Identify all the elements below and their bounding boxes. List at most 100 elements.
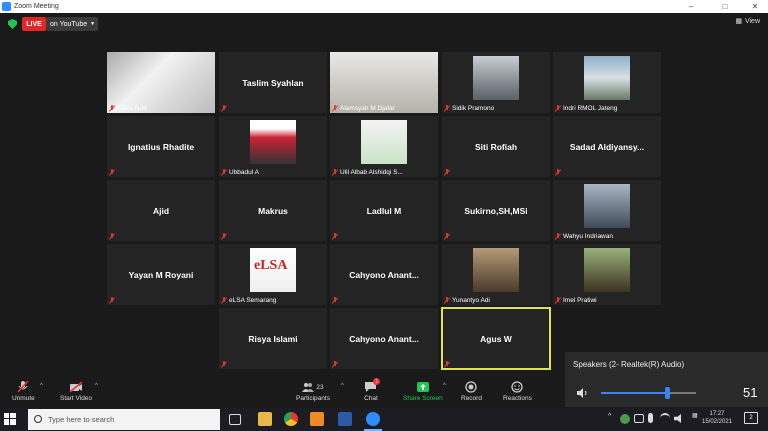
title-bar: Zoom Meeting – □ ✕ <box>0 0 768 13</box>
youtube-stream-dropdown[interactable]: on YouTube ▼ <box>46 17 98 31</box>
share-screen-icon <box>416 382 429 392</box>
start-video-label: Start Video <box>60 395 93 402</box>
live-badge[interactable]: LIVE <box>22 17 46 31</box>
participant-label: Ubbadul A <box>221 169 259 176</box>
participant-tile[interactable]: Agus W <box>441 307 551 370</box>
muted-mic-icon <box>332 105 338 112</box>
muted-mic-icon <box>555 233 561 240</box>
tray-overflow-caret-icon[interactable]: ^ <box>608 413 611 420</box>
muted-mic-icon <box>332 169 338 176</box>
participant-tile[interactable]: Yunantyo Adi <box>442 244 550 305</box>
participant-tile[interactable]: Indri RMOL Jateng <box>553 52 661 113</box>
reactions-label: Reactions <box>503 395 532 402</box>
app-orange-icon[interactable] <box>310 412 324 426</box>
unmute-button[interactable]: Unmute <box>12 381 35 402</box>
participant-label: Sidik Pramono <box>444 105 494 112</box>
participant-label: Imel Pratiwi <box>555 297 597 304</box>
chrome-icon[interactable] <box>284 412 298 426</box>
muted-mic-icon <box>332 233 338 240</box>
participant-label: Yunantyo Adi <box>444 297 490 304</box>
view-label: View <box>744 17 760 25</box>
battery-icon[interactable] <box>634 414 644 423</box>
participant-video: eLSA <box>250 248 296 292</box>
participant-video <box>330 52 438 113</box>
participants-caret-icon[interactable]: ^ <box>341 383 344 389</box>
muted-mic-icon <box>444 297 450 304</box>
record-button[interactable]: Record <box>461 381 482 402</box>
start-video-button[interactable]: Start Video <box>60 381 92 402</box>
video-options-caret-icon[interactable]: ^ <box>95 383 98 389</box>
participant-tile[interactable]: Ladlul M <box>330 180 438 241</box>
participant-name: Yayan M Royani <box>128 269 194 280</box>
tray-mic-icon[interactable] <box>648 413 653 423</box>
share-options-caret-icon[interactable]: ^ <box>443 383 446 389</box>
participant-label <box>332 361 338 368</box>
participant-label <box>555 169 561 176</box>
maximize-icon[interactable]: □ <box>714 0 736 13</box>
participant-tile[interactable]: Alamsyah M Djafar <box>330 52 438 113</box>
search-placeholder: Type here to search <box>48 415 115 424</box>
language-icon[interactable]: ▦ <box>692 412 698 419</box>
participant-label-text: Sidik Pramono <box>452 105 495 112</box>
participant-tile[interactable]: Ulil Albab Alshidqi S... <box>330 116 438 177</box>
reactions-button[interactable]: Reactions <box>503 381 532 402</box>
taskbar-search-box[interactable]: Type here to search <box>28 409 220 430</box>
share-screen-button[interactable]: Share Screen <box>403 381 443 402</box>
file-explorer-icon[interactable] <box>258 412 272 426</box>
participant-name: Ignatius Rhadite <box>127 141 195 152</box>
participant-video <box>584 184 630 228</box>
participant-label: Ulil Albab Alshidqi S... <box>332 169 403 176</box>
tray-app-icon[interactable] <box>620 414 630 424</box>
participant-tile[interactable]: Sadad Aldiyansy... <box>553 116 661 177</box>
clock[interactable]: 17:27 15/02/2021 <box>702 410 732 426</box>
participant-video <box>473 56 519 100</box>
participant-tile[interactable]: Makrus <box>219 180 327 241</box>
participant-tile[interactable]: Sidik Pramono <box>442 52 550 113</box>
muted-mic-icon <box>555 169 561 176</box>
volume-slider-handle[interactable] <box>664 387 670 399</box>
share-screen-label: Share Screen <box>403 395 443 402</box>
participant-tile[interactable]: Yayan M Royani <box>107 244 215 305</box>
task-view-icon[interactable] <box>229 414 241 425</box>
volume-value: 51 <box>743 385 758 400</box>
participant-name: Agus W <box>480 333 512 344</box>
participant-tile[interactable]: Ajid <box>107 180 215 241</box>
muted-mic-icon <box>221 105 227 112</box>
zoom-taskbar-icon[interactable] <box>366 412 380 426</box>
muted-mic-icon <box>555 297 561 304</box>
participant-label <box>109 233 115 240</box>
participant-label-text: Alamsyah M Djafar <box>340 105 395 112</box>
muted-mic-icon <box>221 169 227 176</box>
volume-icon[interactable] <box>577 388 589 398</box>
windows-start-icon[interactable] <box>4 413 16 425</box>
participant-tile[interactable]: Ubbadul A <box>219 116 327 177</box>
close-icon[interactable]: ✕ <box>744 0 766 13</box>
participants-count: 23 <box>316 383 324 391</box>
participant-tile[interactable]: Cahyono Anant... <box>330 308 438 369</box>
participant-tile[interactable]: Ignatius Rhadite <box>107 116 215 177</box>
wifi-icon[interactable] <box>660 413 670 423</box>
word-icon[interactable] <box>338 412 352 426</box>
view-button[interactable]: ▦ View <box>735 17 760 26</box>
participant-name: Taslim Syahlan <box>242 77 304 88</box>
notification-center-icon[interactable]: 2 <box>744 412 758 424</box>
participant-tile[interactable]: Risya Islami <box>219 308 327 369</box>
participant-tile[interactable]: Cahyono Anant... <box>330 244 438 305</box>
chat-badge: 1 <box>373 378 380 385</box>
participant-tile[interactable]: Faiza N.M <box>107 52 215 113</box>
participants-button[interactable]: 23 Participants <box>296 381 330 402</box>
participant-tile[interactable]: Wahyu Indriawan <box>553 180 661 241</box>
muted-mic-icon <box>109 105 115 112</box>
participant-label-text: Ubbadul A <box>229 169 259 176</box>
participant-tile[interactable]: eLSA eLSA Semarang <box>219 244 327 305</box>
stream-label: on YouTube <box>50 20 88 28</box>
chat-button[interactable]: 1 Chat <box>364 378 380 402</box>
participant-name: Cahyono Anant... <box>349 269 419 280</box>
participant-tile[interactable]: Imel Pratiwi <box>553 244 661 305</box>
audio-options-caret-icon[interactable]: ^ <box>40 383 43 389</box>
muted-mic-icon <box>221 297 227 304</box>
participant-tile[interactable]: Sukirno,SH,MSi <box>442 180 550 241</box>
participant-tile[interactable]: Taslim Syahlan <box>219 52 327 113</box>
participant-tile[interactable]: Siti Rofiah <box>442 116 550 177</box>
minimize-icon[interactable]: – <box>680 0 702 13</box>
